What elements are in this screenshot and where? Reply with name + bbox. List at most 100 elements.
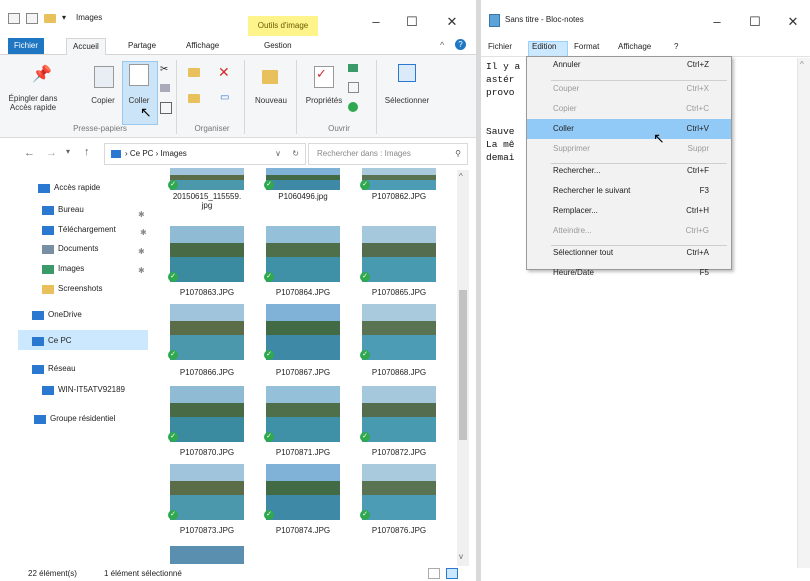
edit-menu-item[interactable]: Rechercher le suivant F3 <box>527 181 731 201</box>
nav-item-label[interactable]: Accès rapide <box>54 183 100 192</box>
delete-icon[interactable]: ✕ <box>218 64 230 81</box>
notepad-minimize-button[interactable]: – <box>703 14 731 29</box>
nav-item-label[interactable]: OneDrive <box>48 310 82 319</box>
file-thumbnail[interactable] <box>266 226 340 282</box>
paste-shortcut-icon[interactable] <box>160 102 172 114</box>
file-thumbnail[interactable] <box>170 464 244 520</box>
search-input[interactable]: Rechercher dans : Images ⚲ <box>308 143 468 165</box>
details-view-icon[interactable] <box>428 568 440 579</box>
file-thumbnail[interactable] <box>170 168 244 190</box>
menu-format[interactable]: Format <box>574 42 599 51</box>
forward-icon[interactable]: → <box>46 147 57 159</box>
menu-fichier[interactable]: Fichier <box>488 42 512 51</box>
new-folder-qat-icon[interactable] <box>44 14 56 23</box>
edit-menu-item[interactable]: Coller Ctrl+V <box>527 119 731 139</box>
notepad-scroll-up-icon[interactable]: ^ <box>800 60 804 69</box>
tab-affichage[interactable]: Affichage <box>180 38 225 54</box>
file-name: P1070866.JPG <box>179 368 235 377</box>
edit-menu-item[interactable]: Couper Ctrl+X <box>527 79 731 99</box>
minimize-button[interactable]: – <box>362 14 390 29</box>
file-thumbnail[interactable] <box>362 226 436 282</box>
file-thumbnail[interactable] <box>362 304 436 360</box>
edit-menu-item[interactable]: Supprimer Suppr <box>527 139 731 159</box>
notepad-maximize-button[interactable]: ☐ <box>741 14 769 30</box>
edit-menu-item[interactable]: Remplacer... Ctrl+H <box>527 201 731 221</box>
tab-accueil[interactable]: Accueil <box>66 38 106 55</box>
file-thumbnail[interactable] <box>266 386 340 442</box>
copy-button[interactable]: Copier <box>84 96 122 105</box>
copy-to-icon[interactable] <box>188 94 200 103</box>
nav-item-label[interactable]: Réseau <box>48 364 76 373</box>
status-bar: 22 élément(s) 1 élément sélectionné <box>0 566 476 581</box>
nav-item-label[interactable]: Images <box>58 264 84 273</box>
sync-checkmark-icon: ✓ <box>168 180 178 190</box>
history-icon[interactable] <box>348 102 358 112</box>
scroll-up-icon[interactable]: ^ <box>459 172 463 181</box>
properties-button[interactable]: Propriétés <box>300 96 348 105</box>
edit-menu-item[interactable]: Atteindre... Ctrl+G <box>527 221 731 241</box>
rename-icon[interactable]: ▭ <box>220 92 229 103</box>
file-thumbnail[interactable] <box>170 304 244 360</box>
maximize-button[interactable]: ☐ <box>398 14 426 30</box>
file-thumbnail[interactable] <box>362 168 436 190</box>
open-icon[interactable] <box>348 64 358 72</box>
desktop-icon <box>42 206 54 215</box>
checkmark-icon: ✓ <box>316 66 327 81</box>
file-thumbnail[interactable] <box>266 464 340 520</box>
file-thumbnail[interactable] <box>170 226 244 282</box>
new-button[interactable]: Nouveau <box>250 96 292 105</box>
move-to-icon[interactable] <box>188 68 200 77</box>
menu-affichage[interactable]: Affichage <box>618 42 651 51</box>
address-dropdown-icon[interactable]: ∨ <box>275 144 281 164</box>
notepad-close-button[interactable]: ✕ <box>779 14 807 30</box>
edit-menu-item[interactable]: Annuler Ctrl+Z <box>527 55 731 75</box>
file-thumbnail[interactable] <box>362 386 436 442</box>
nav-item-label[interactable]: Groupe résidentiel <box>50 414 115 423</box>
help-icon[interactable]: ? <box>455 39 466 50</box>
pin-button[interactable]: Épingler dans Accès rapide <box>2 94 64 112</box>
nav-item-label[interactable]: WIN-IT5ATV92189 <box>58 385 125 394</box>
edit-menu-item[interactable]: Copier Ctrl+C <box>527 99 731 119</box>
edit-menu-item[interactable]: Sélectionner tout Ctrl+A <box>527 243 731 263</box>
tab-fichier[interactable]: Fichier <box>8 38 45 54</box>
tab-partage[interactable]: Partage <box>122 38 162 54</box>
select-button[interactable]: Sélectionner <box>380 96 434 105</box>
scroll-down-icon[interactable]: v <box>459 552 463 561</box>
file-thumbnail[interactable] <box>266 304 340 360</box>
collapse-ribbon-icon[interactable]: ^ <box>440 40 444 50</box>
close-button[interactable]: ✕ <box>438 14 466 30</box>
menu-help[interactable]: ? <box>674 42 678 51</box>
explorer-titlebar[interactable]: ▾ Images Outils d'image – ☐ ✕ <box>0 0 476 36</box>
up-icon[interactable]: ↑ <box>84 146 90 158</box>
nav-item-label[interactable]: Documents <box>58 244 98 253</box>
nav-item-label[interactable]: Téléchargement <box>58 225 116 234</box>
recent-dropdown-icon[interactable]: ▾ <box>66 147 70 156</box>
back-icon[interactable]: ← <box>24 147 35 159</box>
pin-icon: ✱ <box>140 228 147 237</box>
qat-dropdown-icon[interactable]: ▾ <box>62 13 66 22</box>
nav-item-label[interactable]: Screenshots <box>58 284 102 293</box>
file-thumbnail[interactable] <box>170 546 244 564</box>
file-thumbnail[interactable] <box>170 386 244 442</box>
address-bar[interactable]: › Ce PC › Images ∨ ↻ <box>104 143 306 165</box>
large-icons-view-icon[interactable] <box>446 568 458 579</box>
edit-icon[interactable] <box>348 82 359 93</box>
edit-menu-item[interactable]: Rechercher... Ctrl+F <box>527 161 731 181</box>
menu-edition[interactable]: Edition <box>532 42 556 51</box>
copy-path-icon[interactable] <box>160 84 170 92</box>
file-thumbnail[interactable] <box>362 464 436 520</box>
cut-icon[interactable]: ✂ <box>160 64 168 75</box>
refresh-icon[interactable]: ↻ <box>292 144 299 164</box>
nav-item-label[interactable]: Bureau <box>58 205 84 214</box>
nav-item-label[interactable]: Ce PC <box>48 336 72 345</box>
notepad-titlebar[interactable]: Sans titre - Bloc-notes – ☐ ✕ <box>481 0 810 40</box>
pin-icon: ✱ <box>138 247 145 256</box>
edit-menu-item[interactable]: Heure/Date F5 <box>527 263 731 283</box>
files-scrollbar-thumb[interactable] <box>459 290 467 440</box>
file-thumbnail[interactable] <box>266 168 340 190</box>
documents-icon <box>42 245 54 254</box>
app-icon[interactable] <box>8 13 20 24</box>
properties-qat-icon[interactable] <box>26 13 38 24</box>
notepad-scrollbar[interactable] <box>797 58 810 568</box>
tab-gestion[interactable]: Gestion <box>258 38 298 54</box>
